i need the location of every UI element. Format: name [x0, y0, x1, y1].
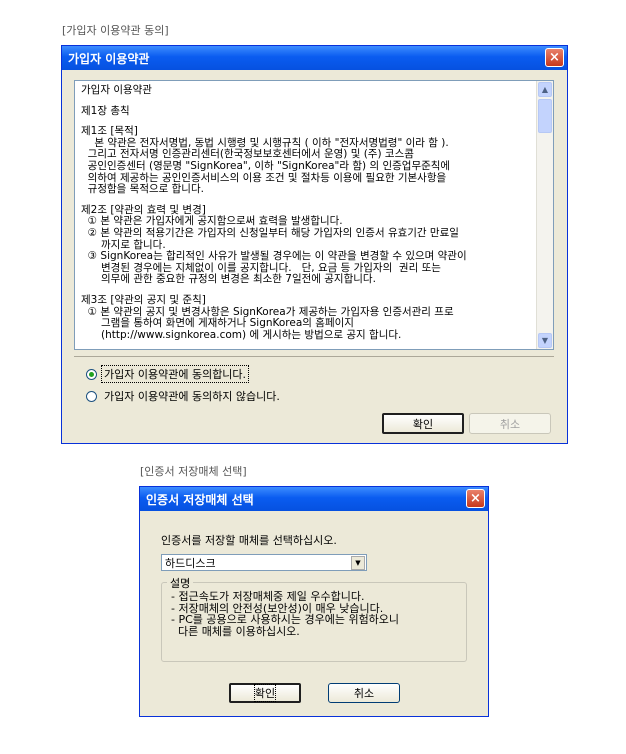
- terms-line: 제1장 총칙: [81, 104, 130, 117]
- terms-dialog-titlebar[interactable]: 가입자 이용약관 ×: [62, 46, 567, 70]
- terms-line: 의무에 관한 중요한 규정의 변경은 최소한 7일전에 공지합니다.: [81, 273, 376, 286]
- radio-agree[interactable]: 가입자 이용약관에 동의합니다.: [86, 365, 250, 383]
- terms-dialog: 가입자 이용약관 × 가입자 이용약관 제1장 총칙 제1조 [목적] 본 약관은 …: [61, 45, 568, 444]
- terms-line: 가입자 이용약관: [81, 84, 152, 96]
- terms-line: 규정함을 목적으로 합니다.: [81, 183, 204, 196]
- description-line: 다른 매체를 이용하십시오.: [171, 624, 300, 638]
- storage-media-select[interactable]: 하드디스크 ▼: [161, 554, 367, 571]
- terms-line: (http://www.signkorea.com) 에 게시하는 방법으로 공…: [81, 328, 402, 341]
- storage-dialog-title: 인증서 저장매체 선택: [146, 492, 254, 507]
- ok-button[interactable]: 확인: [229, 683, 301, 703]
- section-caption-terms: [가입자 이용약관 동의]: [62, 24, 169, 37]
- terms-dialog-title: 가입자 이용약관: [68, 51, 150, 66]
- terms-line: [81, 97, 531, 106]
- radio-agree-button[interactable]: [86, 368, 97, 380]
- radio-agree-label[interactable]: 가입자 이용약관에 동의합니다.: [100, 365, 250, 383]
- terms-line: 공인인증센터 (영문명 "SignKorea", 이하 "SignKorea"라…: [81, 159, 451, 172]
- description-line: - 접근속도가 저장매체중 제일 우수합니다.: [171, 590, 365, 603]
- description-line: - PC를 공용으로 사용하시는 경우에는 위험하오니: [171, 613, 400, 626]
- description-text: - 접근속도가 저장매체중 제일 우수합니다. - 저장매체의 안전성(보안성)…: [171, 591, 399, 637]
- scroll-up-icon[interactable]: ▲: [538, 82, 552, 97]
- terms-line: 제3조 [약관의 공지 및 준칙]: [81, 293, 206, 306]
- terms-line: 그램을 통하여 화면에 게재하거나 SignKorea의 홈페이지: [81, 317, 354, 330]
- cancel-button[interactable]: 취소: [469, 413, 551, 434]
- chevron-down-icon[interactable]: ▼: [351, 556, 365, 570]
- vertical-scrollbar[interactable]: ▲ ▼: [536, 81, 553, 349]
- ok-button-label: 확인: [253, 684, 277, 702]
- ok-button[interactable]: 확인: [382, 413, 464, 434]
- terms-text: 가입자 이용약관 제1장 총칙 제1조 [목적] 본 약관은 전자서명법, 동법 시…: [81, 84, 531, 341]
- radio-disagree-button[interactable]: [86, 390, 97, 402]
- storage-media-selected: 하드디스크: [165, 556, 216, 570]
- description-group-title: 설명: [167, 575, 194, 591]
- close-icon[interactable]: ×: [466, 489, 485, 508]
- storage-prompt: 인증서를 저장할 매체를 선택하십시오.: [161, 534, 337, 547]
- cancel-button[interactable]: 취소: [328, 683, 400, 703]
- radio-selected-dot: [89, 371, 94, 377]
- scroll-thumb[interactable]: [538, 99, 552, 133]
- section-caption-storage: [인증서 저장매체 선택]: [140, 465, 247, 478]
- terms-textbox[interactable]: 가입자 이용약관 제1장 총칙 제1조 [목적] 본 약관은 전자서명법, 동법 시…: [74, 80, 554, 350]
- terms-line: ② 본 약관의 적용기간은 가입자의 신청일부터 해당 가입자의 인증서 유효기…: [81, 226, 459, 239]
- divider: [74, 356, 554, 357]
- terms-line: [81, 117, 531, 126]
- storage-dialog-titlebar[interactable]: 인증서 저장매체 선택 ×: [140, 487, 488, 511]
- terms-line: ③ SignKorea는 합리적인 사유가 발생될 경우에는 이 약관을 변경할…: [81, 250, 467, 263]
- radio-disagree-label[interactable]: 가입자 이용약관에 동의하지 않습니다.: [102, 388, 282, 404]
- radio-disagree[interactable]: 가입자 이용약관에 동의하지 않습니다.: [86, 388, 282, 404]
- storage-dialog: 인증서 저장매체 선택 × 인증서를 저장할 매체를 선택하십시오. 하드디스크…: [139, 486, 489, 717]
- scroll-down-icon[interactable]: ▼: [538, 333, 552, 348]
- close-icon[interactable]: ×: [545, 48, 564, 67]
